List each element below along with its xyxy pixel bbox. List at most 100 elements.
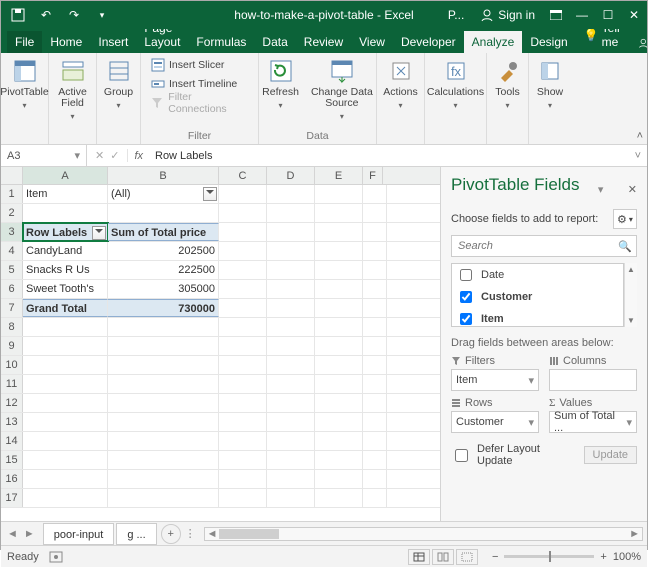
expand-formula-bar-icon[interactable]: ˅ [629,150,647,162]
row-header[interactable]: 17 [1,489,23,507]
formula-input[interactable]: Row Labels [149,150,629,162]
cell[interactable] [315,337,363,355]
row-header[interactable]: 5 [1,261,23,279]
field-list-options-icon[interactable]: ⚙▾ [613,209,637,229]
tab-file[interactable]: File [7,31,42,53]
cell[interactable] [108,451,219,469]
cell[interactable] [363,185,387,203]
cell[interactable] [363,375,387,393]
filter-dropdown-icon[interactable] [92,226,106,240]
pane-close-icon[interactable]: ✕ [628,183,637,196]
cell[interactable] [108,413,219,431]
calculations-button[interactable]: fxCalculations▾ [423,55,488,112]
active-field-button[interactable]: Active Field▾ [53,55,93,123]
row-header[interactable]: 9 [1,337,23,355]
tab-formulas[interactable]: Formulas [188,31,254,53]
cell[interactable] [363,394,387,412]
cell[interactable] [315,470,363,488]
cell[interactable] [267,337,315,355]
cell[interactable] [267,185,315,203]
col-header-F[interactable]: F [363,167,383,184]
cell[interactable] [219,451,267,469]
tools-button[interactable]: Tools▾ [488,55,528,112]
sign-in-link[interactable]: Sign in [472,2,543,28]
group-button[interactable]: Group▾ [99,55,139,112]
field-checkbox[interactable] [460,291,472,303]
cell[interactable] [315,185,363,203]
cell[interactable] [363,356,387,374]
cell[interactable] [108,204,219,222]
cell[interactable] [315,261,363,279]
undo-icon[interactable]: ↶ [33,2,59,28]
zoom-slider[interactable] [504,555,594,558]
cell[interactable]: 305000 [108,280,219,298]
cell[interactable] [315,242,363,260]
cell[interactable] [219,280,267,298]
cell[interactable] [267,470,315,488]
cell[interactable] [108,375,219,393]
cell[interactable]: 222500 [108,261,219,279]
row-header[interactable]: 1 [1,185,23,203]
row-header[interactable]: 14 [1,432,23,450]
page-break-view-icon[interactable] [456,549,478,565]
cell[interactable] [315,489,363,507]
field-item[interactable]: Item [452,308,623,327]
cell[interactable] [363,413,387,431]
cell[interactable] [23,318,108,336]
cell[interactable] [267,375,315,393]
cell[interactable] [315,394,363,412]
tab-analyze[interactable]: Analyze [464,31,523,53]
col-header-C[interactable]: C [219,167,267,184]
cell[interactable] [108,337,219,355]
cell[interactable] [315,375,363,393]
cell[interactable] [219,185,267,203]
close-icon[interactable]: ✕ [621,2,647,28]
cell[interactable] [315,204,363,222]
cell[interactable] [23,470,108,488]
field-checkbox[interactable] [460,313,472,325]
cell[interactable] [363,223,387,241]
cell[interactable] [315,432,363,450]
pivottable-button[interactable]: PivotTable▾ [0,55,53,112]
row-header[interactable]: 13 [1,413,23,431]
refresh-button[interactable]: Refresh▾ [258,55,303,112]
qat-customize-icon[interactable]: ▾ [89,2,115,28]
sheet-tab-1[interactable]: poor-input [43,523,115,545]
cell[interactable]: Row Labels [23,223,108,241]
fx-icon[interactable]: fx [128,150,149,162]
show-button[interactable]: Show▾ [530,55,570,112]
actions-button[interactable]: Actions▾ [379,55,421,112]
cell[interactable] [363,470,387,488]
cell[interactable] [363,432,387,450]
cell[interactable]: 202500 [108,242,219,260]
cell[interactable] [219,242,267,260]
field-search-input[interactable] [456,239,618,253]
col-header-E[interactable]: E [315,167,363,184]
field-item[interactable]: Date [452,264,623,286]
row-header[interactable]: 6 [1,280,23,298]
cell[interactable] [23,337,108,355]
row-header[interactable]: 3 [1,223,23,241]
tab-developer[interactable]: Developer [393,31,464,53]
cell[interactable] [219,356,267,374]
cell[interactable] [267,223,315,241]
cell[interactable] [23,356,108,374]
cell[interactable] [267,261,315,279]
row-header[interactable]: 12 [1,394,23,412]
field-checkbox[interactable] [460,269,472,281]
maximize-icon[interactable]: ☐ [595,2,621,28]
cell[interactable] [267,204,315,222]
minimize-icon[interactable]: — [569,2,595,28]
cell[interactable] [23,489,108,507]
rows-dropzone[interactable]: Customer▾ [451,411,539,433]
cell[interactable] [363,337,387,355]
zoom-in-icon[interactable]: + [600,551,606,563]
columns-dropzone[interactable] [549,369,637,391]
cell[interactable] [219,432,267,450]
cell[interactable] [23,375,108,393]
cell[interactable] [315,318,363,336]
cell[interactable] [363,204,387,222]
cell[interactable] [363,451,387,469]
row-header[interactable]: 8 [1,318,23,336]
cell[interactable] [315,223,363,241]
